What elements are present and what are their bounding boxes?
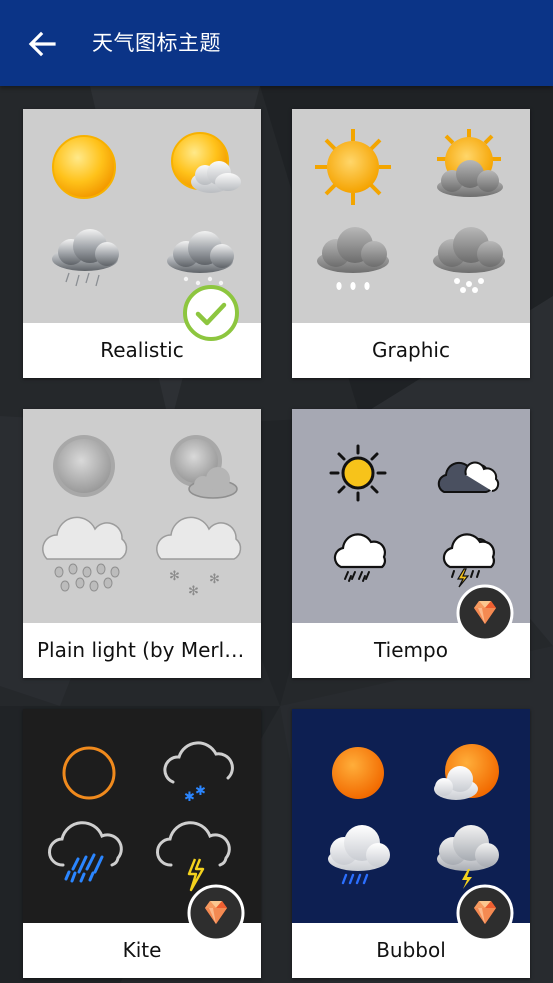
svg-text:✻: ✻ [169,569,180,584]
theme-preview-graphic [292,109,530,323]
page-title: 天气图标主题 [92,31,221,55]
theme-name: Plain light (by Merli… [23,623,261,678]
theme-card-bubbol[interactable]: Bubbol [292,709,530,978]
diamond-gem-icon [456,584,514,642]
theme-card-realistic[interactable]: Realistic [23,109,261,378]
svg-text:✻: ✻ [188,584,199,599]
theme-card-tiempo[interactable]: Tiempo [292,409,530,678]
svg-text:✻: ✻ [209,572,220,587]
theme-card-plain-light[interactable]: ✻ ✻ ✻ Plain light (by Merli… [23,409,261,678]
theme-preview-plain-light: ✻ ✻ ✻ [23,409,261,623]
app-bar: 天气图标主题 [0,0,553,86]
back-button[interactable] [24,26,60,62]
svg-text:✱: ✱ [195,784,206,799]
diamond-gem-icon [187,884,245,942]
theme-card-graphic[interactable]: Graphic [292,109,530,378]
theme-card-kite[interactable]: ✱ ✱ Kite [23,709,261,978]
theme-name: Graphic [292,323,530,378]
arrow-left-icon [28,31,56,57]
checkmark-circle-icon [183,285,239,341]
diamond-gem-icon [456,884,514,942]
svg-text:✱: ✱ [184,790,195,805]
